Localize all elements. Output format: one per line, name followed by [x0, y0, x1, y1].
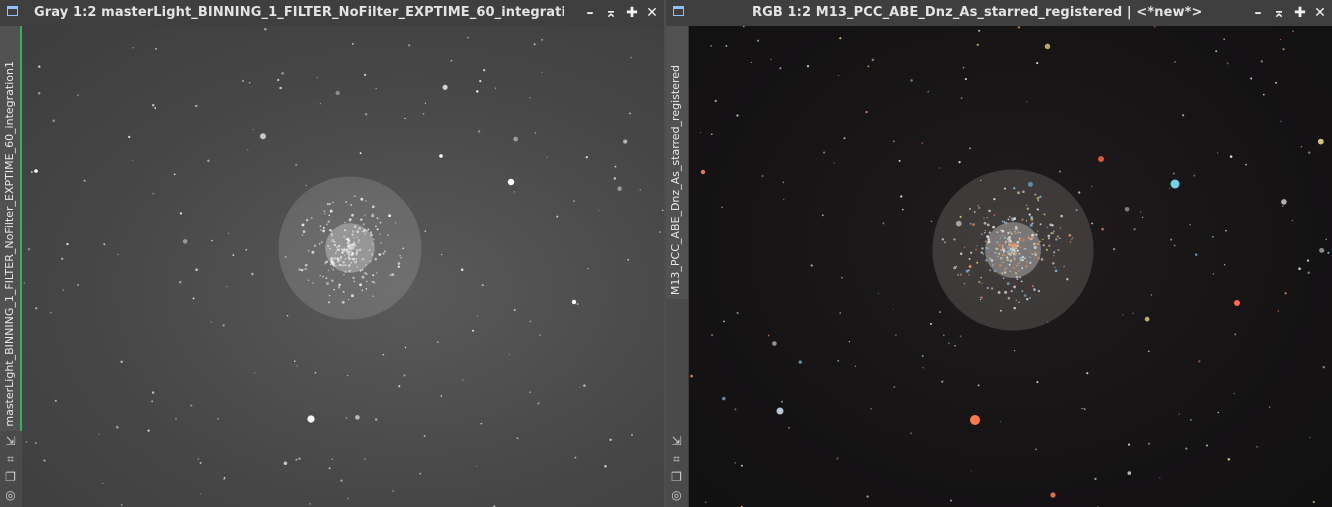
rgb-image-window: RGB 1:2 M13_PCC_ABE_Dnz_As_starred_regis…: [666, 0, 1332, 507]
rgb-star-field-image[interactable]: [689, 26, 1332, 507]
minimize-button[interactable]: –: [1250, 5, 1266, 21]
window-icon: [7, 6, 18, 16]
grayscale-image-window: Gray 1:2 masterLight_BINNING_1_FILTER_No…: [0, 0, 664, 507]
restore-button[interactable]: ✚: [624, 5, 640, 21]
maximize-button[interactable]: ⌅: [1271, 5, 1287, 21]
target-icon[interactable]: ◎: [3, 488, 18, 502]
left-image-id-tab[interactable]: masterLight_BINNING_1_FILTER_NoFilter_EX…: [0, 26, 22, 431]
left-image-id-label: masterLight_BINNING_1_FILTER_NoFilter_EX…: [3, 61, 16, 427]
maximize-button[interactable]: ⌅: [603, 5, 619, 21]
window-icon: [673, 6, 684, 16]
restore-button[interactable]: ✚: [1292, 5, 1308, 21]
resize-icon[interactable]: ⇲: [669, 434, 684, 448]
copy-icon[interactable]: ❐: [669, 470, 684, 484]
right-window-titlebar[interactable]: RGB 1:2 M13_PCC_ABE_Dnz_As_starred_regis…: [666, 0, 1332, 26]
right-image-id-tab[interactable]: M13_PCC_ABE_Dnz_As_starred_registered: [666, 26, 688, 299]
target-icon[interactable]: ◎: [669, 488, 684, 502]
fit-icon[interactable]: ⌗: [669, 452, 684, 466]
resize-icon[interactable]: ⇲: [3, 434, 18, 448]
right-image-id-label: M13_PCC_ABE_Dnz_As_starred_registered: [669, 64, 682, 295]
left-window-titlebar[interactable]: Gray 1:2 masterLight_BINNING_1_FILTER_No…: [0, 0, 664, 26]
fit-icon[interactable]: ⌗: [3, 452, 18, 466]
left-window-title: Gray 1:2 masterLight_BINNING_1_FILTER_No…: [34, 5, 564, 20]
copy-icon[interactable]: ❐: [3, 470, 18, 484]
right-window-title: RGB 1:2 M13_PCC_ABE_Dnz_As_starred_regis…: [752, 5, 1203, 20]
rgb-star-field: [690, 26, 1330, 507]
close-button[interactable]: ✕: [644, 5, 660, 21]
close-button[interactable]: ✕: [1312, 5, 1328, 21]
grayscale-star-field-image[interactable]: [22, 26, 664, 507]
minimize-button[interactable]: –: [582, 5, 598, 21]
grayscale-star-field: [23, 28, 664, 507]
